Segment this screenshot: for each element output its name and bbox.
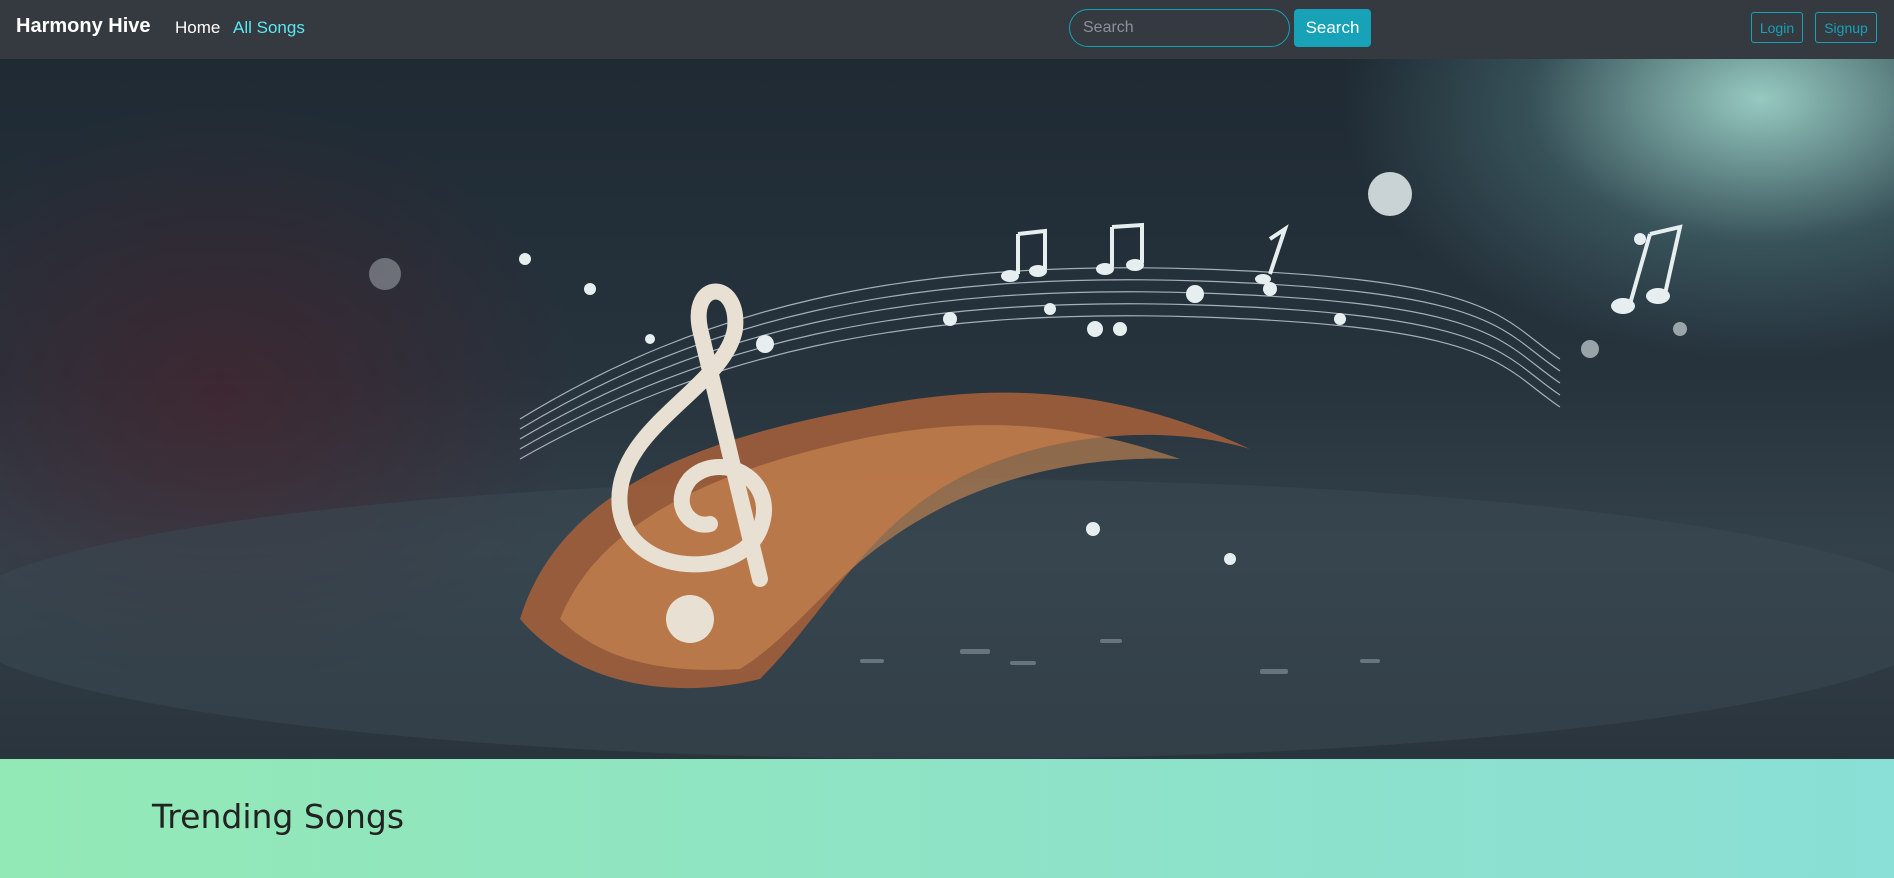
nav-all-songs-link[interactable]: All Songs: [233, 18, 305, 38]
signup-button[interactable]: Signup: [1815, 12, 1877, 43]
search-input[interactable]: [1069, 9, 1290, 47]
brand-logo[interactable]: Harmony Hive: [16, 15, 151, 38]
hero-banner: [0, 59, 1894, 759]
search-button[interactable]: Search: [1294, 9, 1371, 47]
music-notes-treble-clef-image: [0, 172, 1894, 759]
login-button[interactable]: Login: [1751, 12, 1803, 43]
trending-section: Trending Songs: [0, 759, 1894, 878]
trending-title: Trending Songs: [152, 797, 405, 836]
nav-home-link[interactable]: Home: [175, 18, 220, 38]
navbar: Harmony Hive Home All Songs Search Login…: [0, 0, 1894, 59]
